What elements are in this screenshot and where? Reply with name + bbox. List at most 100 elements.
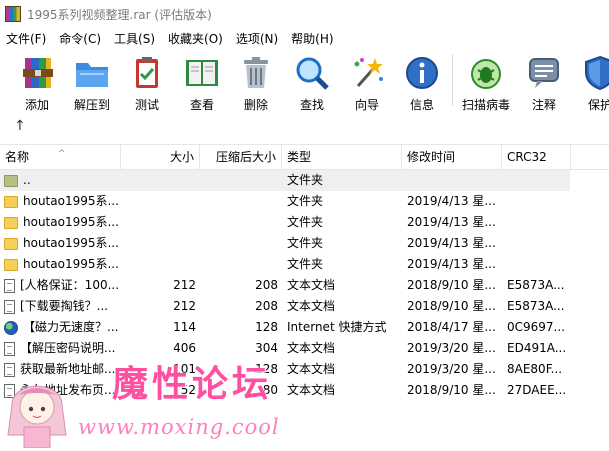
title-bar: 1995系列视频整理.rar (评估版本) bbox=[0, 0, 609, 28]
table-row[interactable]: .. 文件夹 bbox=[0, 170, 570, 191]
row-name: [人格保证：100... bbox=[20, 278, 120, 292]
table-row[interactable]: houtao1995系... 文件夹 2019/4/13 星... bbox=[0, 233, 570, 254]
row-name-cell: .. bbox=[4, 170, 120, 191]
table-row[interactable]: [人格保证：100... 212 208 文本文档 2018/9/10 星...… bbox=[0, 275, 570, 296]
delete-button[interactable]: 删除 bbox=[230, 50, 282, 112]
menu-favorites[interactable]: 收藏夹(O) bbox=[162, 30, 230, 47]
table-row[interactable]: houtao1995系... 文件夹 2019/4/13 星... bbox=[0, 212, 570, 233]
text-file-icon bbox=[4, 383, 15, 398]
column-packed-label: 压缩后大小 bbox=[215, 150, 276, 164]
test-button[interactable]: 测试 bbox=[121, 50, 173, 112]
parent-folder-icon bbox=[4, 174, 18, 187]
text-file-icon bbox=[4, 341, 15, 356]
column-name-label: 名称 bbox=[5, 150, 30, 164]
row-modified: 2018/9/10 星... bbox=[407, 299, 496, 313]
test-clipboard-icon bbox=[128, 54, 166, 92]
add-archive-icon bbox=[18, 54, 56, 92]
toolbar-separator bbox=[452, 54, 453, 106]
row-packed bbox=[196, 191, 278, 212]
column-header-modified[interactable]: 修改时间 bbox=[402, 145, 502, 169]
row-name-cell: [下载要掏钱？... bbox=[4, 296, 120, 317]
table-row[interactable]: houtao1995系... 文件夹 2019/4/13 星... bbox=[0, 254, 570, 275]
address-bar: ↑ bbox=[0, 114, 609, 145]
row-type: 文本文档 bbox=[287, 299, 336, 313]
menu-file[interactable]: 文件(F) bbox=[0, 30, 53, 47]
folder-icon bbox=[4, 258, 18, 271]
row-name: [下载要掏钱？... bbox=[20, 299, 109, 313]
row-type: Internet 快捷方式 bbox=[287, 320, 387, 334]
row-name: houtao1995系... bbox=[23, 215, 119, 229]
column-size-label: 大小 bbox=[169, 150, 194, 164]
extract-to-button[interactable]: 解压到 bbox=[66, 50, 118, 112]
row-name-cell: houtao1995系... bbox=[4, 191, 120, 212]
row-name-cell: houtao1995系... bbox=[4, 254, 120, 275]
column-header-packed[interactable]: 压缩后大小 bbox=[200, 145, 282, 169]
table-row[interactable]: 【磁力无速度？... 114 128 Internet 快捷方式 2018/4/… bbox=[0, 317, 570, 338]
table-row[interactable]: houtao1995系... 文件夹 2019/4/13 星... bbox=[0, 191, 570, 212]
row-name: 【解压密码说明... bbox=[20, 341, 116, 355]
test-label: 测试 bbox=[134, 98, 159, 112]
folder-icon bbox=[4, 195, 18, 208]
column-header-type[interactable]: 类型 bbox=[282, 145, 402, 169]
extract-to-label: 解压到 bbox=[73, 98, 110, 112]
info-button[interactable]: 信息 bbox=[396, 50, 448, 112]
menu-help[interactable]: 帮助(H) bbox=[285, 30, 340, 47]
virus-scan-label: 扫描病毒 bbox=[461, 98, 510, 112]
row-modified: 2019/4/13 星... bbox=[407, 236, 496, 250]
row-packed bbox=[196, 170, 278, 191]
row-type: 文本文档 bbox=[287, 341, 336, 355]
folder-icon bbox=[4, 237, 18, 250]
column-type-label: 类型 bbox=[287, 150, 312, 164]
row-crc: E5873A... bbox=[507, 278, 565, 292]
view-button[interactable]: 查看 bbox=[176, 50, 228, 112]
row-type: 文件夹 bbox=[287, 194, 324, 208]
text-file-icon bbox=[4, 278, 15, 293]
comment-label: 注释 bbox=[531, 98, 556, 112]
row-name: 获取最新地址邮... bbox=[20, 362, 116, 376]
row-size bbox=[120, 191, 196, 212]
wizard-button[interactable]: 向导 bbox=[341, 50, 393, 112]
row-packed: 208 bbox=[255, 299, 278, 313]
table-row[interactable]: 永久地址发布页... 52 80 文本文档 2018/9/10 星... 27D… bbox=[0, 380, 570, 401]
find-label: 查找 bbox=[299, 98, 324, 112]
row-packed bbox=[196, 212, 278, 233]
table-row[interactable]: 【解压密码说明... 406 304 文本文档 2019/3/20 星... E… bbox=[0, 338, 570, 359]
row-size: 114 bbox=[173, 320, 196, 334]
row-name-cell: 【磁力无速度？... bbox=[4, 317, 120, 338]
virus-scan-icon bbox=[467, 54, 505, 92]
delete-label: 删除 bbox=[243, 98, 268, 112]
up-one-level-icon[interactable]: ↑ bbox=[14, 118, 26, 134]
row-modified: 2019/4/13 星... bbox=[407, 194, 496, 208]
menu-tools[interactable]: 工具(S) bbox=[108, 30, 162, 47]
row-type: 文本文档 bbox=[287, 383, 336, 397]
menu-options[interactable]: 选项(N) bbox=[230, 30, 285, 47]
shield-icon bbox=[581, 54, 609, 92]
comment-button[interactable]: 注释 bbox=[518, 50, 570, 112]
row-name-cell: 永久地址发布页... bbox=[4, 380, 120, 401]
find-button[interactable]: 查找 bbox=[286, 50, 338, 112]
add-button[interactable]: 添加 bbox=[11, 50, 63, 112]
row-modified: 2018/4/17 星... bbox=[407, 320, 496, 334]
row-packed bbox=[196, 233, 278, 254]
row-name-cell: [人格保证：100... bbox=[4, 275, 120, 296]
virus-scan-button[interactable]: 扫描病毒 bbox=[460, 50, 512, 112]
column-modified-label: 修改时间 bbox=[407, 150, 456, 164]
row-crc: ED491A... bbox=[507, 341, 567, 355]
table-row[interactable]: [下载要掏钱？... 212 208 文本文档 2018/9/10 星... E… bbox=[0, 296, 570, 317]
comment-icon bbox=[525, 54, 563, 92]
file-list-header: ^ 名称 大小 压缩后大小 类型 修改时间 CRC32 bbox=[0, 145, 609, 170]
table-row[interactable]: 获取最新地址邮... 101 128 文本文档 2019/3/20 星... 8… bbox=[0, 359, 570, 380]
row-modified: 2018/9/10 星... bbox=[407, 383, 496, 397]
column-header-crc[interactable]: CRC32 bbox=[502, 145, 571, 169]
menu-commands[interactable]: 命令(C) bbox=[53, 30, 108, 47]
column-header-name[interactable]: ^ 名称 bbox=[0, 145, 121, 169]
row-type: 文件夹 bbox=[287, 236, 324, 250]
row-crc bbox=[507, 233, 570, 254]
row-name-cell: 获取最新地址邮... bbox=[4, 359, 120, 380]
row-packed: 208 bbox=[255, 278, 278, 292]
column-header-size[interactable]: 大小 bbox=[121, 145, 200, 169]
protect-button[interactable]: 保护 bbox=[574, 50, 609, 112]
row-size bbox=[120, 254, 196, 275]
row-crc bbox=[507, 212, 570, 233]
row-name: .. bbox=[23, 173, 31, 187]
